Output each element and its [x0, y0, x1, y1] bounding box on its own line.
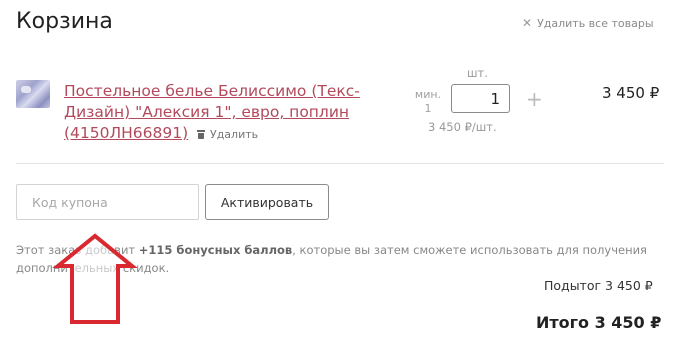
quantity-unit-label: шт. — [467, 66, 488, 80]
unit-price: 3 450 ₽/шт. — [428, 120, 497, 134]
coupon-code-input[interactable] — [16, 184, 199, 220]
activate-coupon-button[interactable]: Активировать — [205, 184, 329, 220]
annotation-arrow-up-icon — [52, 233, 138, 324]
bonus-points-amount: +115 бонусных баллов — [138, 243, 293, 257]
line-total-price: 3 450 ₽ — [602, 84, 660, 102]
trash-icon — [197, 130, 205, 139]
close-icon: ✕ — [522, 16, 533, 30]
clear-cart-button[interactable]: ✕ Удалить все товары — [522, 16, 654, 30]
remove-item-label: Удалить — [210, 128, 259, 141]
clear-cart-label: Удалить все товары — [537, 16, 654, 30]
quantity-input[interactable] — [451, 84, 510, 113]
remove-item-button[interactable]: Удалить — [197, 128, 258, 141]
quantity-plus-button[interactable]: + — [526, 87, 543, 111]
min-quantity-label: мин. 1 — [414, 88, 442, 115]
page-title: Корзина — [16, 9, 113, 34]
subtotal: Подытог 3 450 ₽ — [544, 278, 653, 293]
divider — [16, 163, 664, 164]
product-thumbnail[interactable] — [16, 80, 50, 108]
order-total: Итого 3 450 ₽ — [536, 313, 662, 332]
